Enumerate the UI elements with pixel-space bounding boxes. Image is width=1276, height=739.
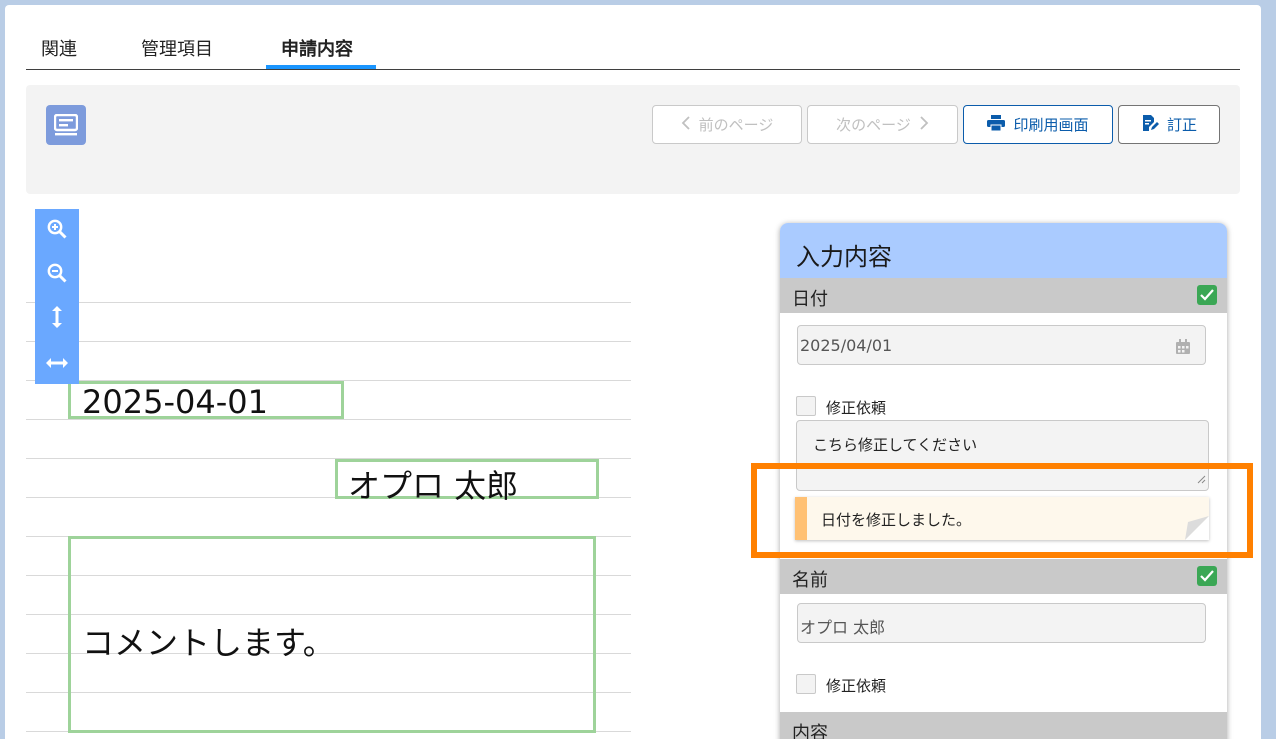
document-preview: 2025-04-01 オプロ 太郎 コメントします。 <box>26 205 631 739</box>
correction-request-checkbox-name[interactable] <box>796 674 816 694</box>
tab-bar: 関連 管理項目 申請内容 <box>26 25 1240 70</box>
section-header-date: 日付 <box>780 278 1227 313</box>
document-date-text: 2025-04-01 <box>82 383 268 421</box>
zoom-in-button[interactable] <box>35 209 79 253</box>
ruled-line <box>26 341 631 342</box>
tab-related[interactable]: 関連 <box>41 35 77 61</box>
ruled-line <box>26 302 631 303</box>
correction-request-text: こちら修正してください <box>813 436 978 454</box>
active-tab-indicator <box>266 65 376 69</box>
chevron-left-icon <box>681 115 691 134</box>
panel-title: 入力内容 <box>780 223 1227 278</box>
prev-page-label: 前のページ <box>698 116 774 134</box>
zoom-in-icon <box>47 219 67 243</box>
print-view-button[interactable]: 印刷用画面 <box>963 105 1113 144</box>
zoom-controls <box>35 209 79 384</box>
print-view-label: 印刷用画面 <box>1013 116 1089 134</box>
form-icon <box>46 105 86 145</box>
main-window: 関連 管理項目 申請内容 前のページ 次のページ 印刷用画面 訂正 2025-0… <box>5 5 1261 739</box>
section-header-name: 名前 <box>780 559 1227 594</box>
prev-page-button[interactable]: 前のページ <box>652 105 802 144</box>
date-input-value: 2025/04/01 <box>800 336 893 355</box>
name-input[interactable]: オプロ 太郎 <box>797 603 1206 643</box>
correction-request-label-name: 修正依頼 <box>826 677 887 695</box>
chevron-right-icon <box>919 115 929 134</box>
zoom-out-icon <box>47 263 67 287</box>
edit-document-icon <box>1141 114 1159 136</box>
correction-request-checkbox-date[interactable] <box>796 396 816 416</box>
fit-width-button[interactable] <box>35 341 79 385</box>
name-input-value: オプロ 太郎 <box>800 618 886 637</box>
toolbar: 前のページ 次のページ 印刷用画面 訂正 <box>26 85 1240 194</box>
calendar-icon[interactable] <box>1175 339 1191 359</box>
section-header-content: 内容 <box>780 712 1227 739</box>
zoom-out-button[interactable] <box>35 253 79 297</box>
correct-button[interactable]: 訂正 <box>1118 105 1220 144</box>
correct-label: 訂正 <box>1166 116 1197 134</box>
horizontal-arrows-icon <box>46 354 68 373</box>
section-body-name: オプロ 太郎 修正依頼 <box>780 594 1227 712</box>
document-name-text: オプロ 太郎 <box>348 467 519 505</box>
highlight-box <box>751 463 1253 558</box>
tab-application-content[interactable]: 申請内容 <box>281 35 353 61</box>
next-page-button[interactable]: 次のページ <box>807 105 958 144</box>
fit-height-button[interactable] <box>35 297 79 341</box>
check-icon[interactable] <box>1197 285 1217 305</box>
printer-icon <box>987 114 1006 135</box>
vertical-arrows-icon <box>51 306 63 332</box>
section-label-date: 日付 <box>792 289 828 310</box>
date-input[interactable]: 2025/04/01 <box>797 325 1206 365</box>
section-label-content: 内容 <box>792 723 828 739</box>
next-page-label: 次のページ <box>836 116 911 134</box>
correction-request-label-date: 修正依頼 <box>826 399 887 417</box>
section-label-name: 名前 <box>792 570 828 591</box>
tab-management[interactable]: 管理項目 <box>141 35 213 61</box>
document-comment-text: コメントします。 <box>82 624 335 662</box>
check-icon[interactable] <box>1197 566 1217 586</box>
